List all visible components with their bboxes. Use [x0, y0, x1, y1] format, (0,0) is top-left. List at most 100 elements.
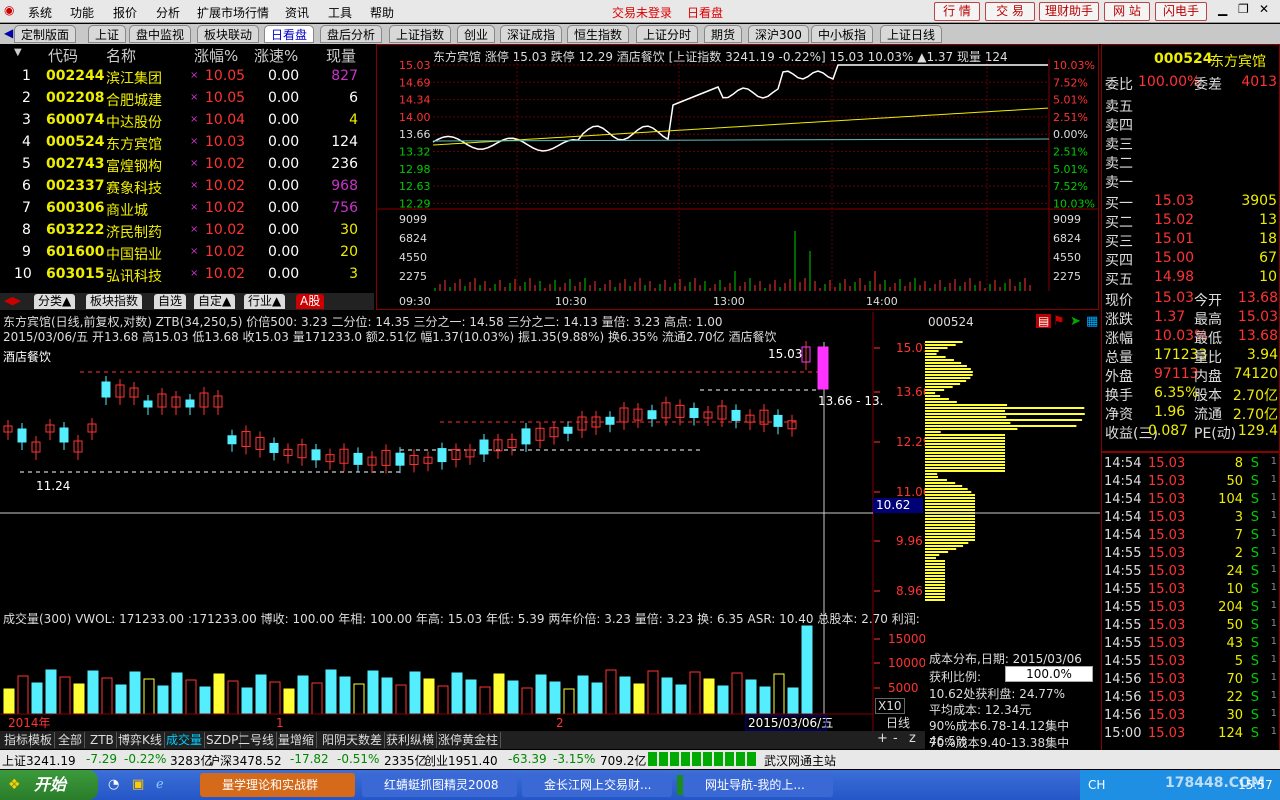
col-header-code[interactable]: 代码	[48, 45, 78, 66]
quicklaunch-ie-icon[interactable]: ℯ	[156, 777, 164, 792]
menu-function[interactable]: 功能	[70, 4, 94, 21]
scroll-left-icon[interactable]: ◀▶	[4, 294, 21, 307]
tab-a-shares[interactable]: A股	[296, 294, 325, 309]
indicator-tab[interactable]: 获利纵横	[384, 732, 438, 748]
current-volume: 6	[349, 90, 358, 106]
stock-row[interactable]: 4 000524 东方宾馆 × 10.03 0.00 124	[0, 132, 374, 154]
taskbar-item-browser[interactable]: 网址导航-我的上...	[683, 773, 833, 797]
time-label: 14:00	[866, 295, 898, 308]
stat-label: 涨跌	[1105, 312, 1133, 328]
tab-user-defined[interactable]: 自定▲	[194, 294, 236, 309]
market-button[interactable]: 行 情	[934, 2, 980, 21]
indicator-tab[interactable]: 博弈K线	[116, 732, 165, 748]
quicklaunch-desktop-icon[interactable]: ▣	[132, 777, 144, 792]
col-header-speed[interactable]: 涨速%	[254, 45, 298, 66]
tick-time: 14:56	[1104, 690, 1142, 705]
indicator-tab[interactable]: 阳阴天数差	[320, 732, 386, 748]
tab-sh-index[interactable]: 上证指数	[389, 25, 452, 43]
tab-futures[interactable]: 期货	[704, 25, 743, 43]
tab-custom-layout[interactable]: 定制版面	[14, 25, 77, 43]
current-volume: 756	[331, 200, 358, 216]
intraday-chart[interactable]: 东方宾馆 涨停 15.03 跌停 12.29 酒店餐饮 [上证指数 3241.1…	[376, 44, 1099, 310]
tab-after-hours[interactable]: 盘后分析	[320, 25, 383, 43]
indicator-tab[interactable]: 二号线	[236, 732, 278, 748]
menu-info[interactable]: 资讯	[285, 4, 309, 21]
stock-row[interactable]: 7 600306 商业城 × 10.02 0.00 756	[0, 198, 374, 220]
volume-panel[interactable]: 成交量(300) VWOL: 171233.00 :171233.00 博收: …	[0, 608, 925, 732]
menu-quote[interactable]: 报价	[113, 4, 137, 21]
tab-sector-link[interactable]: 板块联动	[197, 25, 260, 43]
sort-dropdown-icon[interactable]: ▼	[14, 47, 22, 58]
tab-sector-index[interactable]: 板块指数	[86, 294, 143, 309]
tab-category[interactable]: 分类▲	[34, 294, 76, 309]
volume-bar	[73, 683, 85, 715]
tab-sz-component[interactable]: 深证成指	[500, 25, 563, 43]
server-name[interactable]: 武汉网通主站	[764, 752, 836, 769]
taskbar-item-trading[interactable]: 金长江网上交易财...	[522, 773, 672, 797]
tab-sh-daily[interactable]: 上证日线	[880, 25, 943, 43]
indicator-tab[interactable]: 量增缩	[276, 732, 318, 748]
language-indicator[interactable]: CH	[1088, 778, 1105, 792]
pct-label: 5.01%	[1053, 94, 1088, 107]
finance-assistant-button[interactable]: 理财助手	[1039, 2, 1099, 21]
col-header-volume[interactable]: 现量	[326, 45, 356, 66]
tab-industry[interactable]: 行业▲	[244, 294, 286, 309]
chip-profit-line: 10.62处获利盘: 24.77%	[929, 687, 1065, 701]
volume-label: 6824	[1053, 232, 1081, 245]
taskbar-item-qq-group[interactable]: 量学理论和实战群	[200, 773, 355, 797]
menu-help[interactable]: 帮助	[370, 4, 394, 21]
ask-label: 卖五	[1105, 99, 1133, 115]
stock-row[interactable]: 6 002337 赛象科技 × 10.02 0.00 968	[0, 176, 374, 198]
stock-row[interactable]: 2 002208 合肥城建 × 10.05 0.00 6	[0, 88, 374, 110]
tab-favorites[interactable]: 自选	[154, 294, 187, 309]
tab-sme-index[interactable]: 中小板指	[811, 25, 874, 43]
quicklaunch-browser-icon[interactable]: ◔	[108, 777, 119, 792]
tab-sh-intraday[interactable]: 上证分时	[636, 25, 699, 43]
quote-name: 东方宾馆	[1210, 54, 1266, 70]
row-index: 4	[22, 134, 31, 150]
bid-price: 15.02	[1154, 212, 1195, 228]
menu-system[interactable]: 系统	[28, 4, 52, 21]
volume-bar	[143, 678, 155, 715]
zoom-in-icon[interactable]: +	[877, 731, 888, 746]
indicator-tab[interactable]: 模板	[26, 732, 56, 748]
stock-row[interactable]: 10 603015 弘讯科技 × 10.02 0.00 3	[0, 264, 374, 286]
chip-avg-cost: 平均成本: 12.34元	[929, 703, 1032, 717]
indicator-tab[interactable]: 全部	[56, 732, 86, 748]
close-icon[interactable]: ✕	[1259, 2, 1269, 16]
tab-intraday-monitor[interactable]: 盘中监视	[129, 25, 192, 43]
zoom-out-icon[interactable]: -	[893, 731, 898, 746]
indicator-tab[interactable]: 成交量	[164, 732, 206, 748]
stock-name: 商业城	[106, 203, 148, 219]
row-index: 9	[22, 244, 31, 260]
tab-scroll-left-icon[interactable]: ◀	[4, 26, 13, 40]
tab-chinext[interactable]: 创业	[457, 25, 496, 43]
period-icon[interactable]: z	[909, 731, 916, 746]
stock-row[interactable]: 1 002244 滨江集团 × 10.05 0.00 827	[0, 66, 374, 88]
stock-row[interactable]: 9 601600 中国铝业 × 10.02 0.00 20	[0, 242, 374, 264]
col-header-name[interactable]: 名称	[106, 45, 136, 66]
menu-extended-market[interactable]: 扩展市场行情	[197, 4, 269, 21]
layout-tabs: ◀ 定制版面 上证 盘中监视 板块联动 日看盘 盘后分析 上证指数 创业 深证成…	[0, 24, 1280, 44]
tab-shanghai[interactable]: 上证	[88, 25, 127, 43]
indicator-tab[interactable]: 涨停黄金柱	[436, 732, 502, 748]
volume-bar	[801, 625, 813, 715]
indicator-tab[interactable]: ZTB	[88, 732, 117, 748]
chip-profit-input[interactable]: 100.0%	[1005, 666, 1093, 682]
minimize-icon[interactable]: ▁	[1218, 2, 1227, 16]
restore-icon[interactable]: ❐	[1238, 2, 1249, 16]
flash-hand-button[interactable]: 闪电手	[1155, 2, 1207, 21]
tab-hang-seng[interactable]: 恒生指数	[567, 25, 630, 43]
daily-kline-chart[interactable]: 东方宾馆(日线,前复权,对数) ZTB(34,250,5) 价倍500: 3.2…	[0, 312, 925, 612]
stock-row[interactable]: 3 600074 中达股份 × 10.04 0.00 4	[0, 110, 374, 132]
stock-row[interactable]: 5 002743 富煌钢构 × 10.02 0.00 236	[0, 154, 374, 176]
stock-row[interactable]: 8 603222 济民制药 × 10.02 0.00 30	[0, 220, 374, 242]
menu-analysis[interactable]: 分析	[156, 4, 180, 21]
tab-daily-watch[interactable]: 日看盘	[264, 25, 315, 43]
col-header-change-pct[interactable]: 涨幅%	[194, 45, 238, 66]
trade-button[interactable]: 交 易	[985, 2, 1035, 21]
website-button[interactable]: 网 站	[1104, 2, 1150, 21]
taskbar-item-screenshot-tool[interactable]: 红蜻蜓抓图精灵2008	[362, 773, 517, 797]
menu-tools[interactable]: 工具	[328, 4, 352, 21]
tab-csi300[interactable]: 深沪300	[748, 25, 809, 43]
